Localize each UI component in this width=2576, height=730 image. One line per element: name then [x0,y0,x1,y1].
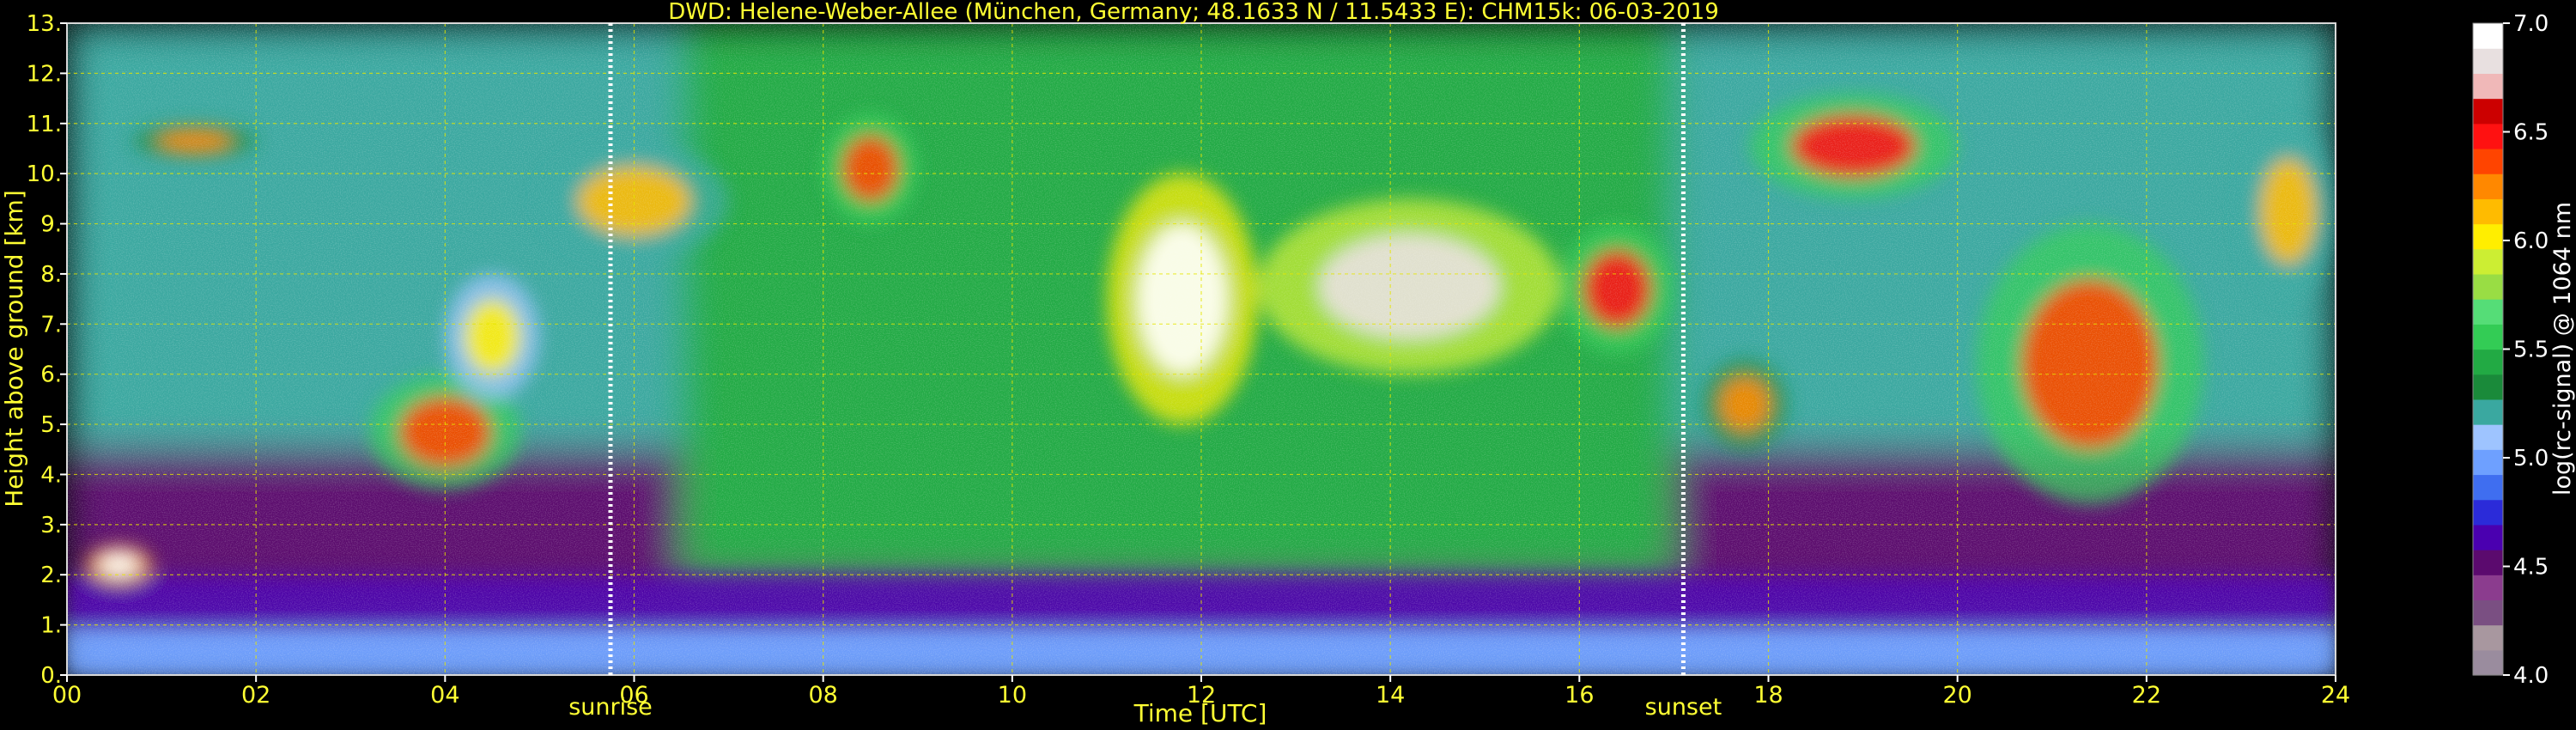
colorbar-block [2473,148,2503,174]
colorbar-block [2473,273,2503,300]
colorbar-label: log(rc-signal) @ 1064 nm [2549,202,2576,496]
x-tick-label: 24 [2321,682,2350,709]
y-tick-label: 0. [40,663,62,689]
colorbar-block [2473,299,2503,325]
colorbar-tick-label: 6.0 [2513,228,2549,254]
colorbar-block [2473,349,2503,375]
x-tick-label: 08 [808,682,837,709]
colorbar-block [2473,173,2503,199]
colorbar-block [2473,649,2503,676]
ceilometer-chart: sunrise sunset 00 02 04 06 08 10 12 14 16 18 20 22 24… [0,0,2576,730]
y-tick-label: 8. [40,262,62,288]
colorbar-block [2473,23,2503,49]
x-tick-label: 16 [1564,682,1594,709]
y-axis-label: Height above ground [km] [0,190,28,508]
colorbar-block [2473,424,2503,450]
colorbar-block [2473,374,2503,400]
x-tick-label: 22 [2132,682,2161,709]
y-tick-label: 2. [40,563,62,588]
x-tick-label: 14 [1376,682,1405,709]
colorbar-block [2473,524,2503,551]
x-tick-label: 18 [1753,682,1783,709]
x-tick-label: 20 [1942,682,1971,709]
colorbar-block [2473,223,2503,250]
colorbar-tick-label: 4.5 [2513,555,2549,581]
x-tick-label: 06 [619,682,648,709]
y-tick-label: 1. [40,613,62,639]
colorbar-block [2473,550,2503,575]
x-tick-label: 04 [430,682,459,709]
y-tick-label: 12. [27,61,62,87]
colorbar-block [2473,248,2503,275]
chart-title: DWD: Helene-Weber-Allee (München, German… [668,0,1719,25]
colorbar-tick-label: 7.0 [2513,11,2549,37]
y-tick-label: 4. [40,462,62,488]
colorbar-block [2473,123,2503,149]
y-tick-label: 10. [27,161,62,187]
colorbar-block [2473,624,2503,651]
y-tick-label: 13. [27,11,62,37]
colorbar-block [2473,474,2503,501]
colorbar-tick-label: 5.0 [2513,446,2549,471]
colorbar-block [2473,449,2503,476]
colorbar-block [2473,198,2503,225]
x-tick-label: 10 [998,682,1027,709]
colorbar-block [2473,48,2503,74]
colorbar-tick-label: 6.5 [2513,120,2549,146]
colorbar-block [2473,324,2503,350]
colorbar-block [2473,73,2503,100]
colorbar-tick-label: 4.0 [2513,663,2549,689]
y-tick-label: 5. [40,412,62,438]
colorbar-block [2473,499,2503,526]
y-tick-label: 7. [40,312,62,338]
x-tick-label: 02 [241,682,270,709]
colorbar-block [2473,575,2503,601]
colorbar-block [2473,599,2503,626]
y-tick-label: 6. [40,362,62,388]
y-tick-label: 11. [27,112,62,137]
colorbar-block [2473,98,2503,125]
y-tick-label: 3. [40,513,62,538]
sun-marker-label: sunset [1645,694,1722,721]
colorbar-blocks [2473,23,2503,676]
colorbar-block [2473,398,2503,425]
colorbar-tick-label: 5.5 [2513,338,2549,363]
y-tick-label: 9. [40,212,62,238]
x-axis-label: Time [UTC] [1133,699,1267,727]
